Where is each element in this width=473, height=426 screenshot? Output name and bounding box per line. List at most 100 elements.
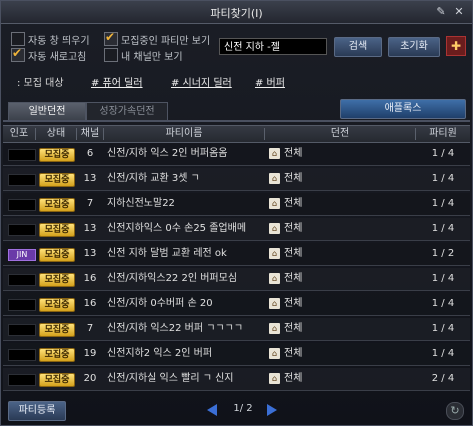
search-button[interactable]: 검색	[334, 37, 382, 57]
option-label: 모집중인 파티만 보기	[121, 35, 211, 47]
dungeon-cell: 전체	[284, 173, 303, 184]
info-slot[interactable]	[8, 374, 36, 386]
title-bar[interactable]: 파티찾기(I) ✎ ✕	[1, 1, 472, 24]
dungeon-icon: ⌂	[269, 323, 280, 334]
channel-cell: 6	[86, 148, 94, 159]
col-status[interactable]: 상태	[36, 126, 76, 142]
col-party-name[interactable]: 파티이름	[104, 126, 264, 142]
members-cell: 1 / 4	[431, 223, 455, 234]
info-slot[interactable]	[8, 199, 36, 211]
pin-icon[interactable]: ✎	[434, 5, 448, 19]
dungeon-cell: 전체	[284, 273, 303, 284]
party-name-cell: 신전지하2 익스 2인 버퍼	[107, 348, 213, 359]
option-auto-refresh[interactable]: 자동 새로고침	[11, 46, 86, 63]
option-label: 자동 창 띄우기	[28, 35, 90, 47]
page-indicator: 1/ 2	[233, 403, 253, 414]
refresh-icon[interactable]: ↻	[446, 402, 464, 420]
status-badge: 모집중	[39, 298, 75, 312]
hint-label: : 모집 대상	[17, 78, 64, 89]
dungeon-icon: ⌂	[269, 348, 280, 359]
status-badge: 모집중	[39, 223, 75, 237]
close-icon[interactable]: ✕	[452, 5, 466, 19]
prev-page-icon[interactable]	[207, 404, 217, 416]
party-row[interactable]: 모집중 16 신전/지하 0수버퍼 손 20 ⌂ 전체 1 / 4	[3, 293, 470, 316]
settings-icon[interactable]: ✚	[446, 36, 466, 56]
info-slot[interactable]	[8, 224, 36, 236]
tab-growth-dungeon[interactable]: 성장가속던전	[86, 102, 168, 121]
channel-cell: 20	[83, 373, 97, 384]
checkbox-auto-popup[interactable]	[11, 32, 25, 46]
party-name-cell: 신전/지하 0수버퍼 손 20	[107, 298, 213, 309]
dungeon-cell: 전체	[284, 248, 303, 259]
members-cell: 1 / 4	[431, 323, 455, 334]
col-info[interactable]: 인포	[3, 126, 35, 142]
info-slot[interactable]	[8, 299, 36, 311]
party-row[interactable]: 모집중 7 신전/지하 익스22 버퍼 ㄱㄱㄱㄱ ⌂ 전체 1 / 4	[3, 318, 470, 341]
dungeon-icon: ⌂	[269, 273, 280, 284]
info-slot[interactable]: JIN	[8, 249, 36, 261]
status-badge: 모집중	[39, 323, 75, 337]
next-page-icon[interactable]	[267, 404, 277, 416]
dungeon-cell: 전체	[284, 148, 303, 159]
option-auto-popup[interactable]: 자동 창 띄우기	[11, 31, 90, 47]
dungeon-icon: ⌂	[269, 148, 280, 159]
status-badge: 모집중	[39, 173, 75, 187]
party-row[interactable]: 모집중 13 신전지하익스 0수 손25 졸업배메 ⌂ 전체 1 / 4	[3, 218, 470, 241]
info-slot[interactable]	[8, 149, 36, 161]
option-label: 내 채널만 보기	[121, 51, 183, 63]
party-name-cell: 신전/지하익스22 2인 버퍼모심	[107, 273, 238, 284]
channel-cell: 13	[83, 173, 97, 184]
info-slot[interactable]	[8, 174, 36, 186]
dungeon-cell: 전체	[284, 348, 303, 359]
dungeon-cell: 전체	[284, 298, 303, 309]
tab-normal-dungeon[interactable]: 일반던전	[8, 102, 86, 121]
info-slot[interactable]	[8, 324, 36, 336]
pagination: 1/ 2	[201, 401, 285, 419]
members-cell: 2 / 4	[431, 373, 455, 384]
dungeon-cell: 전체	[284, 323, 303, 334]
status-badge: 모집중	[39, 348, 75, 362]
channel-cell: 13	[83, 223, 97, 234]
checkbox-recruiting-only[interactable]	[104, 30, 118, 46]
party-row[interactable]: 모집중 20 신전/지하실 익스 빨리 ㄱ 신지 ⌂ 전체 2 / 4	[3, 368, 470, 391]
status-badge: 모집중	[39, 373, 75, 387]
party-row[interactable]: 모집중 19 신전지하2 익스 2인 버퍼 ⌂ 전체 1 / 4	[3, 343, 470, 366]
channel-cell: 7	[86, 323, 94, 334]
info-slot[interactable]	[8, 349, 36, 361]
party-row[interactable]: 모집중 13 신전/지하 교환 3셋 ㄱ ⌂ 전체 1 / 4	[3, 168, 470, 191]
status-badge: 모집중	[39, 198, 75, 212]
party-row[interactable]: 모집중 7 지하신전노말22 ⌂ 전체 1 / 4	[3, 193, 470, 216]
checkbox-auto-refresh[interactable]	[11, 46, 25, 62]
dungeon-icon: ⌂	[269, 373, 280, 384]
members-cell: 1 / 4	[431, 298, 455, 309]
col-dungeon[interactable]: 던전	[265, 126, 415, 142]
party-row[interactable]: 모집중 16 신전/지하익스22 2인 버퍼모심 ⌂ 전체 1 / 4	[3, 268, 470, 291]
channel-cell: 13	[83, 248, 97, 259]
party-name-cell: 신전지하익스 0수 손25 졸업배메	[107, 223, 247, 234]
channel-cell: 16	[83, 298, 97, 309]
option-recruiting-only[interactable]: 모집중인 파티만 보기	[104, 30, 211, 47]
col-channel[interactable]: 채널	[77, 126, 103, 142]
tag-buffer: # 버퍼	[255, 78, 285, 89]
col-members[interactable]: 파티원	[416, 126, 470, 142]
channel-cell: 16	[83, 273, 97, 284]
tag-pure-dealer: # 퓨어 딜러	[91, 78, 143, 89]
status-badge: 모집중	[39, 148, 75, 162]
search-input[interactable]: 신전 지하 -젤	[219, 38, 327, 55]
special-dungeon-button[interactable]: 애플록스	[340, 99, 466, 119]
info-slot[interactable]	[8, 274, 36, 286]
party-name-cell: 지하신전노말22	[107, 198, 175, 209]
party-row[interactable]: 모집중 6 신전/지하 익스 2인 버퍼옴옴 ⌂ 전체 1 / 4	[3, 143, 470, 166]
register-party-button[interactable]: 파티등록	[8, 401, 66, 421]
status-badge: 모집중	[39, 248, 75, 262]
party-name-cell: 신전/지하 교환 3셋 ㄱ	[107, 173, 200, 184]
members-cell: 1 / 4	[431, 148, 455, 159]
members-cell: 1 / 2	[431, 248, 455, 259]
reset-button[interactable]: 초기화	[388, 37, 440, 57]
party-row[interactable]: JIN 모집중 13 신전 지하 달범 교환 레전 ok ⌂ 전체 1 / 2	[3, 243, 470, 266]
channel-cell: 7	[86, 198, 94, 209]
dungeon-icon: ⌂	[269, 248, 280, 259]
option-my-channel[interactable]: 내 채널만 보기	[104, 47, 183, 63]
members-cell: 1 / 4	[431, 348, 455, 359]
checkbox-my-channel[interactable]	[104, 48, 118, 62]
